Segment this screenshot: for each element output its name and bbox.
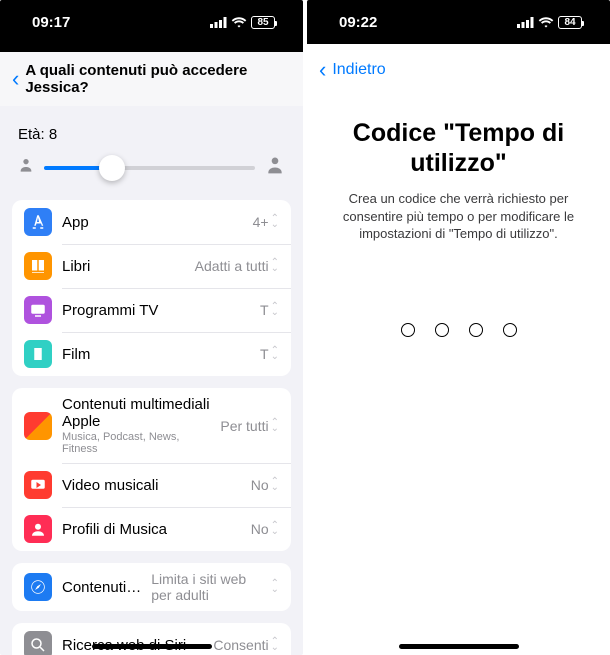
row-label: Video musicali [62,477,241,494]
row-value: Limita i siti web per adulti⌃⌄ [151,571,279,603]
cellular-signal-icon [210,17,227,28]
page-title: A quali contenuti può accedere Jessica? [25,62,291,96]
wifi-icon [538,17,554,28]
content-area: Età: 8 App 4+⌃⌄ Libri Adatti a tutti⌃⌄ P… [0,106,303,655]
age-slider[interactable] [44,166,255,170]
status-indicators: 84 [517,16,582,29]
row-label: Profili di Musica [62,521,241,538]
row-value: Consenti⌃⌄ [213,637,279,653]
row-music-videos[interactable]: Video musicali No⌃⌄ [12,463,291,507]
home-indicator[interactable] [92,644,212,649]
music-video-icon [24,471,52,499]
passcode-description: Crea un codice che verrà richiesto per c… [327,190,590,243]
books-icon [24,252,52,280]
group-web: Contenuti… Limita i siti web per adulti⌃… [12,563,291,611]
chevron-updown-icon: ⌃⌄ [271,523,279,535]
battery-icon: 85 [251,16,275,29]
age-label: Età: 8 [18,126,285,143]
cellular-signal-icon [517,17,534,28]
passcode-input[interactable] [327,323,590,337]
group-siri: Ricerca web di Siri Consenti⌃⌄ [12,623,291,655]
row-value: Adatti a tutti⌃⌄ [195,258,279,274]
status-bar: 09:22 84 [307,0,610,44]
chevron-updown-icon: ⌃⌄ [271,260,279,272]
row-books[interactable]: Libri Adatti a tutti⌃⌄ [12,244,291,288]
status-time: 09:17 [32,14,70,31]
row-apple-media[interactable]: Contenuti multimediali AppleMusica, Podc… [12,388,291,463]
passcode-dot [469,323,483,337]
row-film[interactable]: Film T⌃⌄ [12,332,291,376]
status-indicators: 85 [210,16,275,29]
row-web-content[interactable]: Contenuti… Limita i siti web per adulti⌃… [12,563,291,611]
row-value: T⌃⌄ [260,302,279,318]
music-profile-icon [24,515,52,543]
back-button-label[interactable]: Indietro [332,61,385,79]
chevron-updown-icon: ⌃⌄ [271,304,279,316]
age-section: Età: 8 [0,106,303,188]
row-siri-web[interactable]: Ricerca web di Siri Consenti⌃⌄ [12,623,291,655]
status-bar: 09:17 85 [0,0,303,44]
status-time: 09:22 [339,14,377,31]
nav-bar: ‹ Indietro [307,48,610,92]
row-value: 4+⌃⌄ [253,214,279,230]
chevron-updown-icon: ⌃⌄ [271,348,279,360]
slider-thumb[interactable] [99,155,125,181]
apple-media-icon [24,412,52,440]
home-indicator[interactable] [399,644,519,649]
row-label: Programmi TV [62,302,250,319]
wifi-icon [231,17,247,28]
phone-left-content-restrictions: 09:17 85 ‹ A quali contenuti può acceder… [0,0,303,655]
header-gap [0,44,303,52]
battery-icon: 84 [558,16,582,29]
row-label: Libri [62,258,185,275]
row-label: Film [62,346,250,363]
row-value: No⌃⌄ [251,521,279,537]
siri-search-icon [24,631,52,655]
app-store-icon [24,208,52,236]
row-label: Contenuti multimediali AppleMusica, Podc… [62,396,210,455]
row-value: Per tutti⌃⌄ [220,418,279,434]
age-slider-row [18,155,285,180]
group-media: App 4+⌃⌄ Libri Adatti a tutti⌃⌄ Programm… [12,200,291,376]
passcode-title: Codice "Tempo di utilizzo" [327,118,590,178]
person-large-icon [265,155,285,180]
passcode-dot [503,323,517,337]
chevron-updown-icon: ⌃⌄ [271,639,279,651]
back-chevron-icon[interactable]: ‹ [12,68,19,90]
row-label: Contenuti… [62,579,141,596]
back-chevron-icon[interactable]: ‹ [319,59,326,81]
row-value: T⌃⌄ [260,346,279,362]
passcode-dot [401,323,415,337]
group-apple-media: Contenuti multimediali AppleMusica, Podc… [12,388,291,551]
chevron-updown-icon: ⌃⌄ [271,479,279,491]
film-icon [24,340,52,368]
row-app[interactable]: App 4+⌃⌄ [12,200,291,244]
tv-icon [24,296,52,324]
chevron-updown-icon: ⌃⌄ [271,420,279,432]
row-label: App [62,214,243,231]
phone-right-passcode: 09:22 84 ‹ Indietro Codice "Tempo di uti… [307,0,610,655]
nav-bar: ‹ A quali contenuti può accedere Jessica… [0,52,303,106]
passcode-content: Codice "Tempo di utilizzo" Crea un codic… [307,92,610,337]
row-music-profiles[interactable]: Profili di Musica No⌃⌄ [12,507,291,551]
row-value: No⌃⌄ [251,477,279,493]
passcode-dot [435,323,449,337]
row-tv[interactable]: Programmi TV T⌃⌄ [12,288,291,332]
chevron-updown-icon: ⌃⌄ [271,216,279,228]
safari-icon [24,573,52,601]
person-small-icon [18,157,34,178]
chevron-updown-icon: ⌃⌄ [271,581,279,593]
